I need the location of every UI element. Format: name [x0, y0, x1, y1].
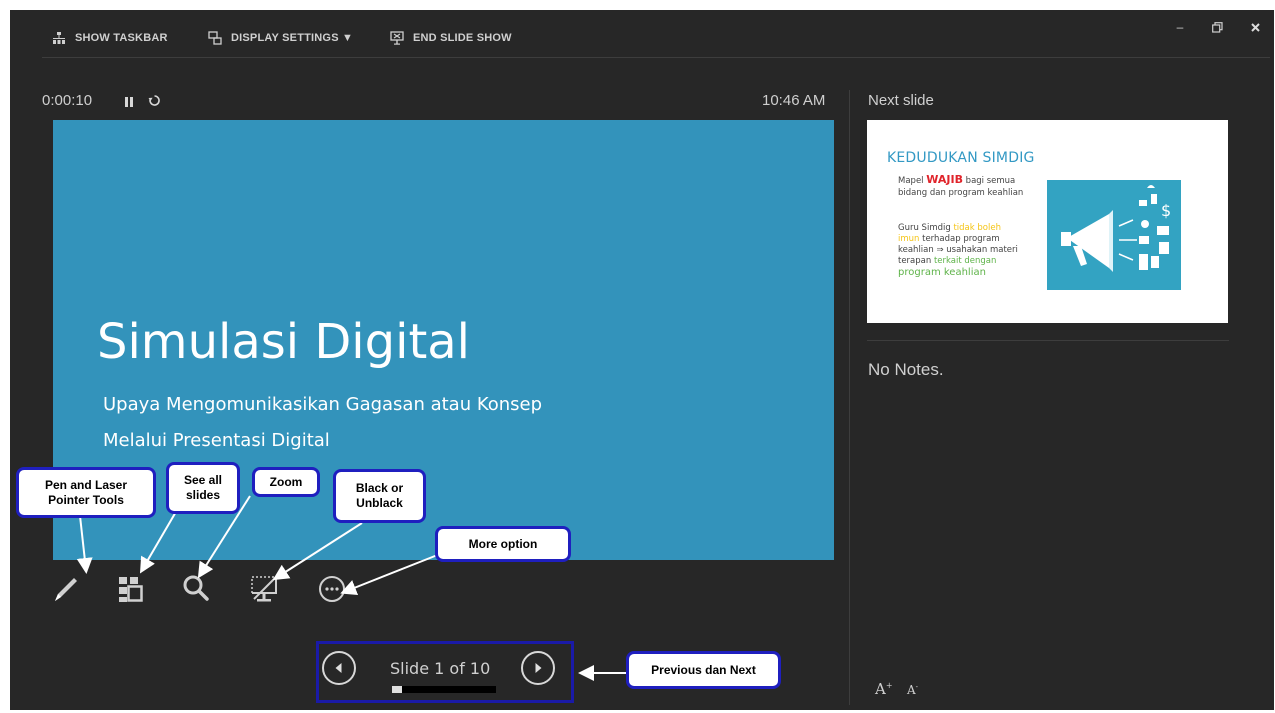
- magnifier-icon: [183, 575, 209, 601]
- next-slide-line2: bidang dan program keahlian: [898, 188, 1024, 198]
- black-unblack-button[interactable]: [242, 567, 286, 611]
- next-slide-button[interactable]: [521, 651, 555, 685]
- restart-icon: [148, 95, 160, 106]
- end-slide-show-label: END SLIDE SHOW: [413, 32, 512, 44]
- restore-button[interactable]: [1206, 16, 1228, 38]
- next-slide-title: KEDUDUKAN SIMDIG: [887, 150, 1035, 166]
- callout-more-option: More option: [435, 526, 571, 562]
- callout-zoom: Zoom: [252, 467, 320, 497]
- next-slide-preview[interactable]: KEDUDUKAN SIMDIG Mapel WAJIB bagi semua …: [867, 120, 1228, 323]
- ellipsis-icon: [319, 576, 345, 602]
- end-show-icon: [390, 31, 404, 45]
- speaker-notes: No Notes.: [868, 360, 944, 379]
- panel-divider: [849, 90, 850, 705]
- toolbar-divider: [42, 57, 1270, 58]
- taskbar-icon: [53, 32, 65, 44]
- callout-pen-tools: Pen and Laser Pointer Tools: [16, 467, 156, 518]
- megaphone-icon: $: [1061, 185, 1171, 272]
- minimize-button[interactable]: –: [1169, 16, 1191, 38]
- pen-icon: [55, 578, 77, 601]
- display-settings-button[interactable]: DISPLAY SETTINGS ▼: [208, 28, 353, 48]
- slide-subtitle-line1: Upaya Mengomunikasikan Gagasan atau Kons…: [103, 394, 543, 415]
- next-slide-line1: Mapel WAJIB bagi semua: [898, 173, 1016, 186]
- triangle-left-icon: [335, 663, 342, 673]
- slide-progress-bar: [392, 686, 496, 693]
- notes-divider: [867, 340, 1229, 341]
- zoom-button[interactable]: [174, 567, 218, 611]
- next-slide-line5: keahlian ⇒ usahakan materi: [898, 245, 1018, 255]
- pen-laser-tool-button[interactable]: [43, 567, 87, 611]
- callout-black-unblack: Black or Unblack: [333, 469, 426, 523]
- next-slide-line7: program keahlian: [898, 267, 986, 278]
- slide-subtitle-line2: Melalui Presentasi Digital: [103, 430, 330, 451]
- decrease-font-button[interactable]: A-: [907, 683, 918, 697]
- restore-icon: [1211, 21, 1223, 33]
- close-button[interactable]: [1244, 16, 1266, 38]
- elapsed-timer: 0:00:10: [42, 92, 93, 109]
- grid-icon: [119, 577, 143, 602]
- previous-slide-button[interactable]: [322, 651, 356, 685]
- display-settings-label: DISPLAY SETTINGS ▼: [231, 32, 354, 44]
- slide-title: Simulasi Digital: [97, 314, 471, 370]
- callout-see-all-slides: See all slides: [166, 462, 240, 514]
- next-slide-line6: terapan terkait dengan: [898, 256, 997, 266]
- svg-text:$: $: [1161, 201, 1171, 220]
- presenter-view: SHOW TASKBAR DISPLAY SETTINGS ▼ END SLID…: [10, 10, 1274, 710]
- next-slide-line4: imun terhadap program: [898, 234, 1000, 244]
- restart-timer-button[interactable]: [148, 94, 161, 112]
- slide-progress-fill: [392, 686, 402, 693]
- pause-timer-button[interactable]: [124, 95, 134, 113]
- minimize-icon: –: [1176, 20, 1184, 34]
- increase-font-button[interactable]: A+: [875, 680, 893, 698]
- show-taskbar-button[interactable]: SHOW TASKBAR: [52, 28, 168, 48]
- next-slide-line3: Guru Simdig tidak boleh: [898, 223, 1001, 233]
- show-taskbar-label: SHOW TASKBAR: [75, 32, 168, 44]
- pause-icon: [125, 97, 133, 107]
- triangle-right-icon: [535, 663, 542, 673]
- end-slide-show-button[interactable]: END SLIDE SHOW: [390, 28, 512, 48]
- screen-off-icon: [251, 576, 277, 602]
- close-icon: [1250, 22, 1260, 32]
- megaphone-illustration: $: [1047, 180, 1181, 290]
- slide-counter: Slide 1 of 10: [390, 659, 491, 678]
- more-options-button[interactable]: [310, 567, 354, 611]
- increase-font-icon: A: [875, 680, 886, 698]
- display-settings-icon: [208, 31, 222, 45]
- clock: 10:46 AM: [762, 92, 826, 109]
- decrease-font-icon: A: [907, 683, 916, 697]
- next-slide-label: Next slide: [868, 92, 934, 109]
- see-all-slides-button[interactable]: [108, 567, 152, 611]
- callout-previous-next: Previous dan Next: [626, 651, 781, 689]
